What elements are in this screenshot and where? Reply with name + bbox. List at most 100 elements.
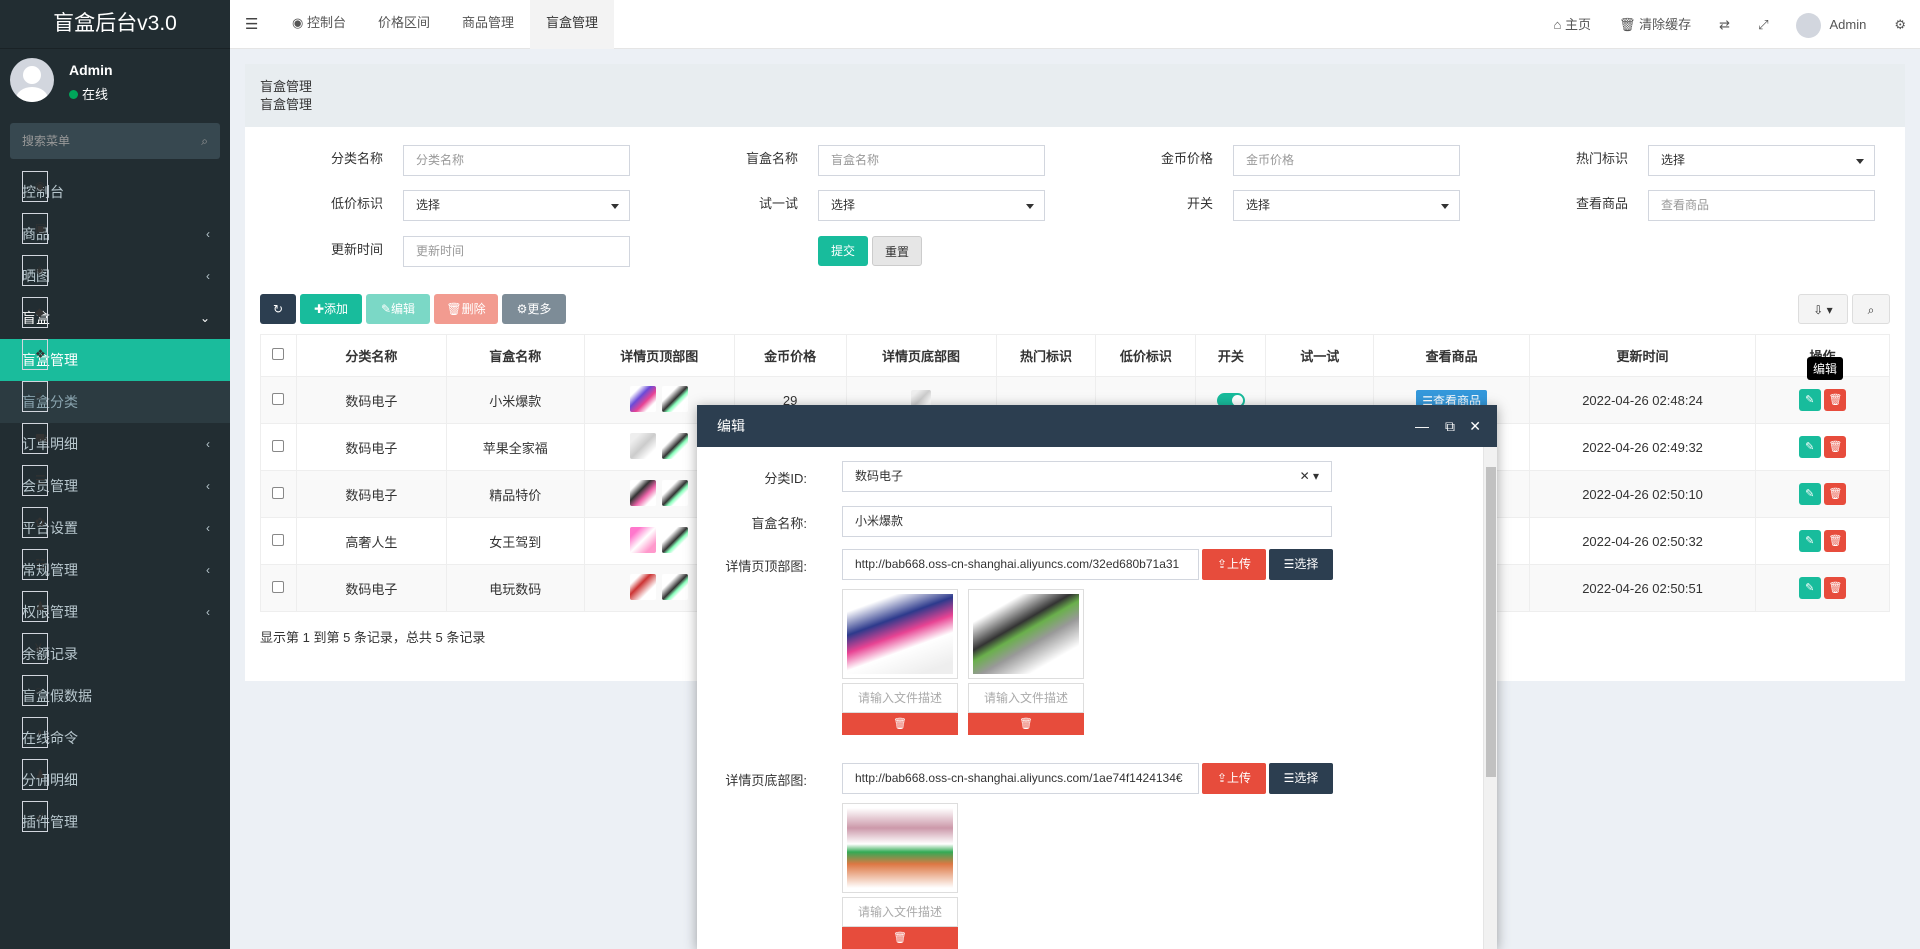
- row-checkbox[interactable]: [260, 470, 297, 518]
- tab-price-range[interactable]: 价格区间: [362, 0, 446, 49]
- sidebar-item-4[interactable]: ❖ 盲盒管理: [0, 339, 230, 381]
- filter-lowprice-select[interactable]: 选择: [403, 190, 630, 221]
- sidebar-item-12[interactable]: ○ 盲盒假数据: [0, 675, 230, 717]
- maximize-icon[interactable]: ⧉: [1445, 405, 1455, 447]
- filter-view-input[interactable]: 查看商品: [1648, 190, 1875, 221]
- chevron-icon: ‹: [206, 563, 210, 577]
- sidebar-item-8[interactable]: ✿ 平台设置 ‹: [0, 507, 230, 549]
- edit-button[interactable]: ✎编辑: [366, 294, 430, 324]
- top-image-delete-1[interactable]: 🗑: [842, 713, 958, 735]
- col-view[interactable]: 查看商品: [1373, 334, 1531, 377]
- filter-updated-input[interactable]: 更新时间: [403, 236, 630, 267]
- row-edit-button[interactable]: ✎: [1798, 436, 1821, 458]
- tab-product-management[interactable]: 商品管理: [446, 0, 530, 49]
- bottom-image-url-input[interactable]: http://bab668.oss-cn-shanghai.aliyuncs.c…: [842, 763, 1199, 794]
- sidebar-item-13[interactable]: ◑ 在线命令: [0, 717, 230, 759]
- top-image-preview-1[interactable]: [842, 589, 958, 679]
- name-input[interactable]: 小米爆款: [842, 506, 1332, 537]
- app-logo[interactable]: 盲盒后台v3.0: [0, 0, 230, 49]
- col-try[interactable]: 试一试: [1265, 334, 1375, 377]
- sidebar-item-0[interactable]: ◉ 控制台: [0, 171, 230, 213]
- row-delete-button[interactable]: 🗑: [1824, 530, 1847, 552]
- col-category[interactable]: 分类名称: [295, 334, 447, 377]
- modal-scrollbar[interactable]: [1483, 447, 1497, 949]
- bottom-upload-button[interactable]: ⇪上传: [1202, 763, 1266, 794]
- row-edit-button[interactable]: ✎: [1798, 530, 1821, 552]
- row-delete-button[interactable]: 🗑: [1824, 577, 1847, 599]
- sidebar-toggle-icon[interactable]: ☰: [245, 15, 258, 33]
- reset-button[interactable]: 重置: [872, 236, 922, 266]
- refresh-button[interactable]: ↻: [260, 294, 296, 324]
- search-icon[interactable]: ⌕: [201, 134, 208, 149]
- filter-try-select[interactable]: 选择: [818, 190, 1045, 221]
- settings-gear-icon[interactable]: ⚙: [1880, 0, 1920, 49]
- col-top-image[interactable]: 详情页顶部图: [583, 334, 735, 377]
- col-hot[interactable]: 热门标识: [995, 334, 1097, 377]
- menu-search-input[interactable]: [10, 123, 220, 159]
- sidebar-item-1[interactable]: ▣ 商品 ‹: [0, 213, 230, 255]
- user-menu[interactable]: Admin: [1782, 0, 1880, 49]
- col-bottom-image[interactable]: 详情页底部图: [845, 334, 997, 377]
- clear-and-dropdown-icon[interactable]: ✕ ▾: [1300, 462, 1319, 491]
- sidebar-item-9[interactable]: ☷ 常规管理 ‹: [0, 549, 230, 591]
- row-edit-button[interactable]: ✎: [1798, 577, 1821, 599]
- top-choose-button[interactable]: ☰选择: [1269, 549, 1333, 580]
- col-lowprice[interactable]: 低价标识: [1095, 334, 1197, 377]
- row-checkbox[interactable]: [260, 517, 297, 565]
- filter-hot-select[interactable]: 选择: [1648, 145, 1875, 176]
- fullscreen-icon[interactable]: ⤢: [1744, 0, 1782, 49]
- select-all-checkbox[interactable]: [260, 334, 297, 377]
- col-updated[interactable]: 更新时间: [1529, 334, 1756, 377]
- submit-button[interactable]: 提交: [818, 236, 868, 266]
- cell-updated: 2022-04-26 02:50:32: [1529, 517, 1756, 565]
- tab-blindbox-management[interactable]: 盲盒管理: [530, 0, 615, 49]
- top-image-desc-1[interactable]: 请输入文件描述: [842, 683, 958, 713]
- top-image-url-input[interactable]: http://bab668.oss-cn-shanghai.aliyuncs.c…: [842, 549, 1199, 580]
- sidebar-item-14[interactable]: ♟ 分佣明细: [0, 759, 230, 801]
- sidebar-item-6[interactable]: ⛟订单明细‹: [0, 423, 230, 465]
- toolbar-search-button[interactable]: ⌕: [1852, 294, 1890, 324]
- sidebar-item-11[interactable]: ¥ 余额记录: [0, 633, 230, 675]
- minimize-icon[interactable]: —: [1415, 405, 1429, 447]
- add-button[interactable]: ✚添加: [300, 294, 362, 324]
- row-checkbox[interactable]: [260, 423, 297, 471]
- row-delete-button[interactable]: 🗑: [1824, 389, 1847, 411]
- bottom-choose-button[interactable]: ☰选择: [1269, 763, 1333, 794]
- tab-dashboard[interactable]: ◉ 控制台: [276, 0, 362, 49]
- top-upload-button[interactable]: ⇪上传: [1202, 549, 1266, 580]
- row-edit-button[interactable]: ✎: [1798, 483, 1821, 505]
- bottom-image-delete-1[interactable]: 🗑: [842, 927, 958, 949]
- filter-name-input[interactable]: 盲盒名称: [818, 145, 1045, 176]
- scrollbar-thumb[interactable]: [1486, 467, 1496, 777]
- delete-button[interactable]: 🗑删除: [434, 294, 498, 324]
- export-button[interactable]: ⇩ ▾: [1798, 294, 1848, 324]
- sidebar-item-10[interactable]: ♟ 权限管理 ‹: [0, 591, 230, 633]
- sidebar-item-15[interactable]: ➶ 插件管理: [0, 801, 230, 843]
- row-delete-button[interactable]: 🗑: [1824, 436, 1847, 458]
- sidebar-item-7[interactable]: ☰ 会员管理 ‹: [0, 465, 230, 507]
- bottom-image-desc-1[interactable]: 请输入文件描述: [842, 897, 958, 927]
- col-name[interactable]: 盲盒名称: [445, 334, 585, 377]
- home-link[interactable]: ⌂ 主页: [1540, 0, 1605, 49]
- filter-category-input[interactable]: 分类名称: [403, 145, 630, 176]
- sidebar-item-2[interactable]: ◈ 晒图 ‹: [0, 255, 230, 297]
- row-delete-button[interactable]: 🗑: [1824, 483, 1847, 505]
- bottom-image-preview-1[interactable]: [842, 803, 958, 893]
- top-image-desc-2[interactable]: 请输入文件描述: [968, 683, 1084, 713]
- col-price[interactable]: 金币价格: [733, 334, 847, 377]
- filter-switch-select[interactable]: 选择: [1233, 190, 1460, 221]
- row-checkbox[interactable]: [260, 564, 297, 612]
- row-edit-button[interactable]: ✎: [1798, 389, 1821, 411]
- clear-cache-button[interactable]: 🗑 清除缓存: [1605, 0, 1705, 49]
- category-id-select[interactable]: 数码电子 ✕ ▾: [842, 461, 1332, 492]
- filter-price-input[interactable]: 金币价格: [1233, 145, 1460, 176]
- more-button[interactable]: ⚙更多: [502, 294, 566, 324]
- sidebar-item-5[interactable]: ≡ 盲盒分类: [0, 381, 230, 423]
- col-switch[interactable]: 开关: [1195, 334, 1267, 377]
- top-image-preview-2[interactable]: [968, 589, 1084, 679]
- top-image-delete-2[interactable]: 🗑: [968, 713, 1084, 735]
- row-checkbox[interactable]: [260, 376, 297, 424]
- translate-icon[interactable]: ⇄: [1705, 0, 1744, 49]
- close-icon[interactable]: ✕: [1469, 405, 1481, 447]
- sidebar-item-3[interactable]: ◆ 盲盒 ⌄: [0, 297, 230, 339]
